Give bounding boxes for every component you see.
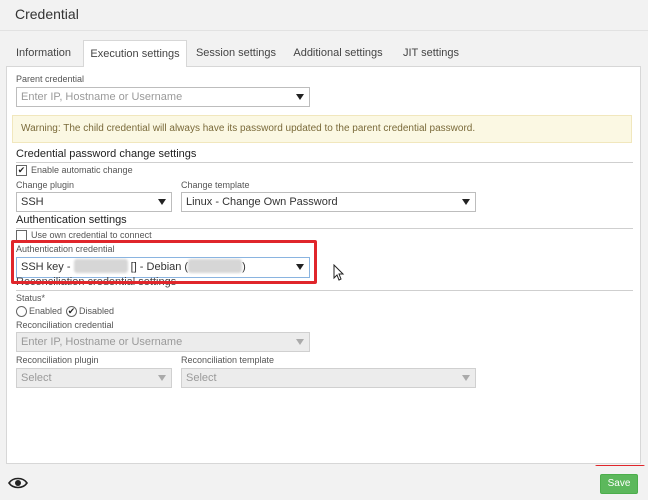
eye-icon[interactable] xyxy=(8,476,28,490)
mouse-cursor-icon xyxy=(333,264,345,281)
status-disabled-label: Disabled xyxy=(79,306,115,316)
chevron-down-icon xyxy=(462,199,470,205)
reconciliation-template-label: Reconciliation template xyxy=(181,355,275,365)
chevron-down-icon xyxy=(158,199,166,205)
reconciliation-credential-select: Enter IP, Hostname or Username xyxy=(16,332,310,352)
section-divider xyxy=(16,290,633,291)
enable-automatic-change-label: Enable automatic change xyxy=(31,165,133,175)
status-enabled-radio[interactable] xyxy=(16,306,27,317)
chevron-down-icon xyxy=(462,375,470,381)
parent-credential-select[interactable]: Enter IP, Hostname or Username xyxy=(16,87,310,107)
tab-additional-settings[interactable]: Additional settings xyxy=(286,40,390,66)
reconciliation-credential-label: Reconciliation credential xyxy=(16,320,114,330)
change-template-value: Linux - Change Own Password xyxy=(186,196,338,208)
reconciliation-template-value: Select xyxy=(186,372,217,384)
status-enabled-label: Enabled xyxy=(29,306,63,316)
tab-execution-settings[interactable]: Execution settings xyxy=(83,40,187,67)
status-label: Status* xyxy=(16,293,46,303)
window-title: Credential xyxy=(15,6,79,22)
footer-bar xyxy=(0,466,648,500)
reconciliation-plugin-select: Select xyxy=(16,368,172,388)
title-divider xyxy=(0,30,648,31)
change-template-select[interactable]: Linux - Change Own Password xyxy=(181,192,476,212)
tab-session-settings[interactable]: Session settings xyxy=(191,40,281,66)
change-plugin-value: SSH xyxy=(21,196,44,208)
change-plugin-label: Change plugin xyxy=(16,180,75,190)
parent-credential-placeholder: Enter IP, Hostname or Username xyxy=(21,91,183,103)
status-disabled-radio[interactable]: ✔ xyxy=(66,306,77,317)
save-button[interactable]: Save xyxy=(600,474,638,494)
change-template-label: Change template xyxy=(181,180,250,190)
section-divider xyxy=(16,162,633,163)
reconciliation-plugin-value: Select xyxy=(21,372,52,384)
tab-information[interactable]: Information xyxy=(6,40,81,66)
authentication-heading: Authentication settings xyxy=(16,214,127,226)
highlight-authentication-credential xyxy=(11,240,317,284)
section-divider xyxy=(16,228,633,229)
password-change-heading: Credential password change settings xyxy=(16,148,197,160)
reconciliation-template-select: Select xyxy=(181,368,476,388)
chevron-down-icon xyxy=(296,339,304,345)
chevron-down-icon xyxy=(296,94,304,100)
use-own-credential-label: Use own credential to connect xyxy=(31,230,152,240)
change-plugin-select[interactable]: SSH xyxy=(16,192,172,212)
enable-automatic-change-checkbox[interactable]: ✔ xyxy=(16,165,27,176)
reconciliation-credential-placeholder: Enter IP, Hostname or Username xyxy=(21,336,183,348)
tab-jit-settings[interactable]: JIT settings xyxy=(396,40,466,66)
chevron-down-icon xyxy=(158,375,166,381)
reconciliation-plugin-label: Reconciliation plugin xyxy=(16,355,99,365)
warning-alert: Warning: The child credential will alway… xyxy=(12,115,632,143)
parent-credential-label: Parent credential xyxy=(16,74,85,84)
